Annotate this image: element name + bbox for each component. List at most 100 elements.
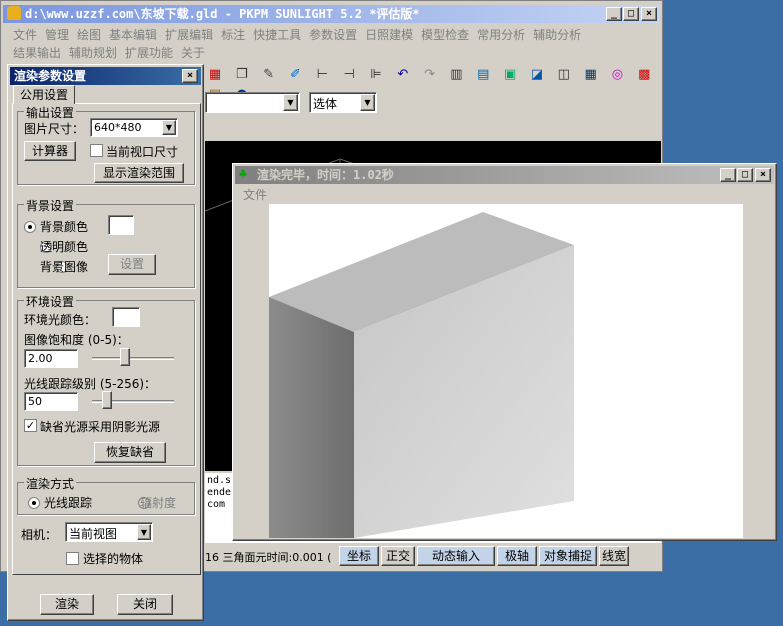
- viewport-checkbox-label: 当前视口尺寸: [106, 145, 179, 159]
- status-bar: 16 三角面元时间:0.001 ( 坐标 正交 动态输入 极轴 对象捕捉 线宽: [205, 546, 661, 568]
- menu-item[interactable]: 常用分析: [477, 28, 525, 42]
- shadow-checkbox-label: 缺省光源采用阴影光源: [40, 420, 161, 434]
- render-window: ♣ 渲染完毕，时间：1.02秒 _ □ × 文件: [232, 163, 777, 541]
- menu-item[interactable]: 文件: [13, 28, 37, 42]
- main-titlebar[interactable]: d:\www.uzzf.com\东坡下载.gld - PKPM SUNLIGHT…: [3, 5, 660, 23]
- camera-combo[interactable]: 当前视图 ▼: [65, 522, 153, 542]
- render-mode-group-label: 渲染方式: [24, 475, 77, 492]
- report-icon[interactable]: ▦: [581, 65, 601, 85]
- ortho-toggle[interactable]: 正交: [381, 546, 415, 566]
- shadow-checkbox[interactable]: ✓: [24, 419, 37, 432]
- building-icon[interactable]: ▥: [446, 65, 466, 85]
- menu-item[interactable]: 绘图: [77, 28, 101, 42]
- raytrace-slider-thumb[interactable]: [101, 391, 112, 409]
- viewport-checkbox[interactable]: [90, 144, 103, 157]
- image-icon[interactable]: ▩: [634, 65, 654, 85]
- bg-transparent-label: 透明颜色: [40, 240, 89, 254]
- layer-combo[interactable]: ▼: [205, 92, 300, 113]
- size-combo[interactable]: 640*480 ▼: [90, 118, 178, 137]
- menu-item[interactable]: 辅助分析: [533, 28, 581, 42]
- select-combo[interactable]: 选体 ▼: [309, 92, 377, 113]
- bg-settings-button[interactable]: 设置: [108, 254, 156, 275]
- close-button[interactable]: ×: [182, 69, 198, 83]
- menu-item[interactable]: 模型检查: [421, 28, 469, 42]
- chevron-down-icon[interactable]: ▼: [283, 94, 298, 111]
- lineweight-toggle[interactable]: 线宽: [599, 546, 629, 566]
- bg-color-radio[interactable]: [24, 220, 36, 233]
- menu-item[interactable]: 基本编辑: [109, 28, 157, 42]
- ambient-color-swatch[interactable]: [112, 307, 140, 327]
- environment-group-label: 环境设置: [24, 293, 77, 310]
- dimension-icon[interactable]: ⊢: [312, 65, 332, 85]
- camera-value: 当前视图: [69, 527, 118, 541]
- polar-toggle[interactable]: 极轴: [497, 546, 537, 566]
- background-group-label: 背景设置: [24, 197, 77, 214]
- background-group: 背景设置 背景颜色 透明颜色 背景图像 设置: [17, 197, 195, 288]
- bg-image-label: 背景图像: [40, 260, 89, 274]
- chevron-down-icon[interactable]: ▼: [137, 524, 151, 540]
- menu-item[interactable]: 辅助规划: [69, 46, 117, 60]
- saturation-slider-track: [92, 357, 174, 360]
- raytrace-input[interactable]: 50: [24, 392, 78, 411]
- maximize-button[interactable]: □: [623, 7, 639, 21]
- close-dialog-button[interactable]: 关闭: [117, 594, 173, 615]
- saturation-value: 2.00: [28, 352, 53, 365]
- dynamic-input-toggle[interactable]: 动态输入: [417, 546, 495, 566]
- render-button[interactable]: 渲染: [40, 594, 94, 615]
- minimize-button[interactable]: _: [720, 168, 736, 182]
- snap-toggle[interactable]: 对象捕捉: [539, 546, 597, 566]
- saturation-slider-thumb[interactable]: [119, 348, 130, 366]
- maximize-button[interactable]: □: [737, 168, 753, 182]
- menu-item[interactable]: 扩展功能: [125, 46, 173, 60]
- output-icon[interactable]: ◫: [554, 65, 574, 85]
- model-icon[interactable]: ▤: [473, 65, 493, 85]
- copy-icon[interactable]: ❐: [232, 65, 252, 85]
- toolbar: ▦ ❐ ✎ ✐ ⊢ ⊣ ⊫ ↶ ↷ ▥ ▤ ▣ ◪ ◫ ▦ ◎ ▩ ▤ ●: [205, 65, 661, 102]
- menu-item[interactable]: 日照建模: [365, 28, 413, 42]
- menu-item[interactable]: 关于: [181, 46, 205, 60]
- tab-general[interactable]: 公用设置: [13, 85, 75, 104]
- render-settings-dialog: 渲染参数设置 × 公用设置 输出设置 图片尺寸： 640*480 ▼ 计算器 当…: [7, 64, 204, 621]
- menu-item[interactable]: 结果输出: [13, 46, 61, 60]
- analysis-icon[interactable]: ▣: [500, 65, 520, 85]
- measure-icon[interactable]: ⊣: [339, 65, 359, 85]
- app-icon: [7, 6, 21, 20]
- coord-toggle[interactable]: 坐标: [339, 546, 379, 566]
- minimize-button[interactable]: _: [606, 7, 622, 21]
- saturation-input[interactable]: 2.00: [24, 349, 78, 368]
- menu-item[interactable]: 快捷工具: [253, 28, 301, 42]
- bg-color-swatch[interactable]: [108, 215, 134, 235]
- render-menu-file[interactable]: 文件: [243, 186, 267, 204]
- pen-icon[interactable]: ✎: [259, 65, 279, 85]
- color-grid-icon[interactable]: ▦: [205, 65, 225, 85]
- camera-label: 相机：: [21, 528, 58, 542]
- status-text: 16 三角面元时间:0.001 (: [205, 551, 332, 564]
- redo-icon[interactable]: ↷: [420, 65, 440, 85]
- close-button[interactable]: ×: [641, 7, 657, 21]
- tab-label: 公用设置: [19, 88, 68, 102]
- size-label: 图片尺寸：: [24, 122, 85, 136]
- render-mode-group: 渲染方式 光线跟踪 辐射度: [17, 475, 195, 515]
- menu-item[interactable]: 管理: [45, 28, 69, 42]
- calculator-button[interactable]: 计算器: [24, 141, 76, 161]
- dialog-titlebar[interactable]: 渲染参数设置 ×: [10, 67, 201, 85]
- menu-item[interactable]: 参数设置: [309, 28, 357, 42]
- main-title: d:\www.uzzf.com\东坡下载.gld - PKPM SUNLIGHT…: [25, 7, 420, 21]
- menu-item[interactable]: 标注: [221, 28, 245, 42]
- close-button[interactable]: ×: [755, 168, 771, 182]
- chevron-down-icon[interactable]: ▼: [162, 120, 176, 135]
- chevron-down-icon[interactable]: ▼: [360, 94, 375, 111]
- rendered-box: [269, 212, 574, 538]
- size-value: 640*480: [94, 121, 142, 134]
- show-range-button[interactable]: 显示渲染范围: [94, 163, 184, 183]
- restore-defaults-button[interactable]: 恢复缺省: [94, 442, 166, 463]
- sun-icon[interactable]: ◎: [607, 65, 627, 85]
- selected-objects-checkbox[interactable]: [66, 552, 79, 565]
- edit-icon[interactable]: ✐: [285, 65, 305, 85]
- view-icon[interactable]: ◪: [527, 65, 547, 85]
- raytrace-radio[interactable]: [28, 496, 40, 509]
- menu-item[interactable]: 扩展编辑: [165, 28, 213, 42]
- render-titlebar[interactable]: ♣ 渲染完毕，时间：1.02秒 _ □ ×: [235, 166, 774, 184]
- align-icon[interactable]: ⊫: [366, 65, 386, 85]
- undo-icon[interactable]: ↶: [393, 65, 413, 85]
